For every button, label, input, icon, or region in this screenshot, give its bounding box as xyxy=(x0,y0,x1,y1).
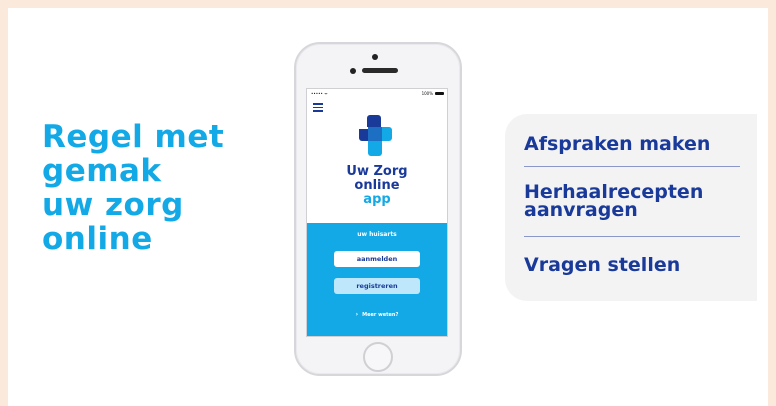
app-name: Uw Zorg online app xyxy=(307,165,447,207)
signal-indicator: ••••• ᯤ xyxy=(311,91,328,96)
more-info-link[interactable]: › Meer weten? xyxy=(307,311,447,318)
battery-icon xyxy=(435,92,444,95)
feature-questions: Vragen stellen xyxy=(524,254,681,276)
app-name-line-3: app xyxy=(363,192,391,207)
feature-prescriptions: Herhaalrecepten aanvragen xyxy=(524,183,703,221)
headline-line-2: gemak xyxy=(42,153,162,189)
more-info-label: Meer weten? xyxy=(362,312,399,318)
headline-line-1: Regel met xyxy=(42,119,225,155)
divider xyxy=(524,236,740,237)
section-label: uw huisarts xyxy=(357,231,397,238)
headline: Regel met gemak uw zorg online xyxy=(42,120,282,256)
medical-cross-logo xyxy=(359,115,392,156)
login-button[interactable]: aanmelden xyxy=(334,251,420,267)
app-name-line-1: Uw Zorg xyxy=(346,164,408,179)
chevron-right-icon: › xyxy=(355,311,359,318)
phone-mockup: ••••• ᯤ 100% Uw Zorg online app uw huisa… xyxy=(294,42,462,376)
headline-line-3: uw zorg xyxy=(42,187,184,223)
divider xyxy=(524,166,740,167)
home-button xyxy=(363,342,393,372)
battery-percentage: 100% xyxy=(421,91,433,96)
front-camera-dot xyxy=(350,68,356,74)
status-bar: ••••• ᯤ 100% xyxy=(307,89,447,98)
register-button[interactable]: registreren xyxy=(334,278,420,294)
feature-list: Afspraken maken Herhaalrecepten aanvrage… xyxy=(505,114,757,301)
login-panel: uw huisarts aanmelden registreren › Meer … xyxy=(307,223,447,336)
top-sensor-dot xyxy=(372,54,378,60)
feature-appointments: Afspraken maken xyxy=(524,133,711,155)
feature-prescriptions-line-2: aanvragen xyxy=(524,199,638,221)
hamburger-menu-icon[interactable] xyxy=(313,103,323,112)
page-background: Regel met gemak uw zorg online ••••• ᯤ 1… xyxy=(0,0,776,406)
earpiece-speaker xyxy=(362,68,398,73)
headline-line-4: online xyxy=(42,221,153,257)
phone-screen: ••••• ᯤ 100% Uw Zorg online app uw huisa… xyxy=(306,88,448,337)
app-name-line-2: online xyxy=(354,178,400,193)
